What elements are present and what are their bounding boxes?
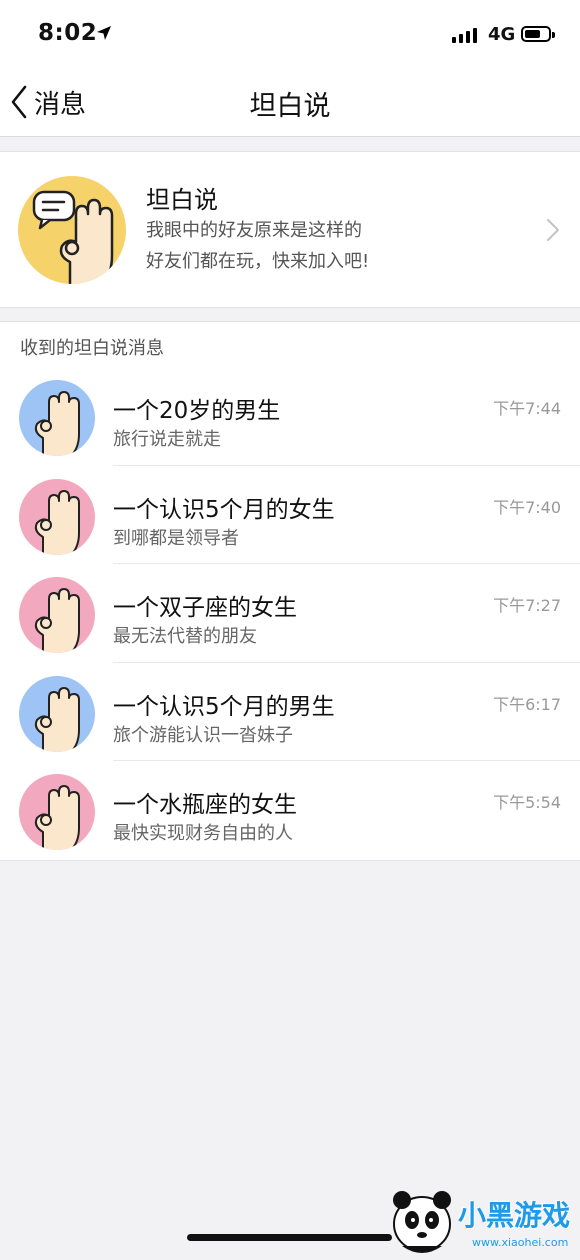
- section-header-label: 收到的坦白说消息: [20, 338, 164, 359]
- message-subtitle: 最快实现财务自由的人: [113, 823, 293, 844]
- message-subtitle: 旅个游能认识一沓妹子: [113, 724, 293, 746]
- navigation-bar: 消息 坦白说: [0, 70, 580, 137]
- promo-description-2: 好友们都在玩，快来加入吧!: [146, 251, 370, 272]
- page-title: 坦白说: [249, 91, 331, 122]
- chevron-right-icon: [547, 219, 559, 241]
- message-time: 下午7:27: [493, 596, 561, 615]
- watermark: 小黑游戏 www.xiaohei.com: [380, 1180, 580, 1256]
- message-row[interactable]: 一个认识5个月的女生 到哪都是领导者 下午7:40: [0, 466, 580, 564]
- status-bar: 8:02 4G: [0, 0, 580, 70]
- message-title: 一个20岁的男生: [113, 398, 281, 424]
- promo-title: 坦白说: [146, 186, 218, 214]
- message-row[interactable]: 一个20岁的男生 旅行说走就走 下午7:44: [0, 367, 580, 466]
- network-type: 4G: [488, 24, 516, 45]
- message-time: 下午7:40: [493, 497, 561, 517]
- promo-description-1: 我眼中的好友原来是这样的: [146, 220, 362, 241]
- message-time: 下午7:44: [493, 399, 561, 418]
- hand-avatar-icon: [19, 380, 95, 456]
- home-indicator: [187, 1234, 392, 1241]
- watermark-text: 小黑游戏: [458, 1199, 571, 1232]
- message-row[interactable]: 一个水瓶座的女生 最快实现财务自由的人 下午5:54: [0, 761, 580, 860]
- hand-speech-icon: [18, 176, 126, 284]
- signal-icon: [452, 28, 477, 43]
- message-subtitle: 到哪都是领导者: [113, 527, 239, 549]
- message-time: 下午5:54: [493, 793, 561, 812]
- watermark-url: www.xiaohei.com: [472, 1236, 569, 1249]
- message-list: 一个20岁的男生 旅行说走就走 下午7:44 一个认识5个月的女生 到哪都是领导…: [0, 367, 580, 861]
- message-title: 一个双子座的女生: [113, 595, 297, 621]
- location-arrow-icon: [97, 26, 111, 40]
- hand-avatar-icon: [19, 577, 95, 653]
- message-title: 一个认识5个月的女生: [113, 496, 335, 523]
- message-row[interactable]: 一个双子座的女生 最无法代替的朋友 下午7:27: [0, 564, 580, 663]
- message-title: 一个水瓶座的女生: [113, 792, 297, 818]
- battery-icon: [521, 26, 555, 42]
- hand-avatar-icon: [19, 478, 95, 555]
- message-time: 下午6:17: [493, 694, 561, 714]
- section-header: 收到的坦白说消息: [0, 321, 580, 368]
- hand-avatar-icon: [19, 675, 95, 752]
- promo-card[interactable]: 坦白说 我眼中的好友原来是这样的 好友们都在玩，快来加入吧!: [0, 151, 580, 308]
- status-time: 8:02: [38, 20, 98, 46]
- hand-avatar-icon: [19, 774, 95, 850]
- message-subtitle: 最无法代替的朋友: [113, 626, 257, 647]
- message-subtitle: 旅行说走就走: [113, 429, 221, 450]
- message-title: 一个认识5个月的男生: [113, 693, 335, 720]
- message-row[interactable]: 一个认识5个月的男生 旅个游能认识一沓妹子 下午6:17: [0, 663, 580, 761]
